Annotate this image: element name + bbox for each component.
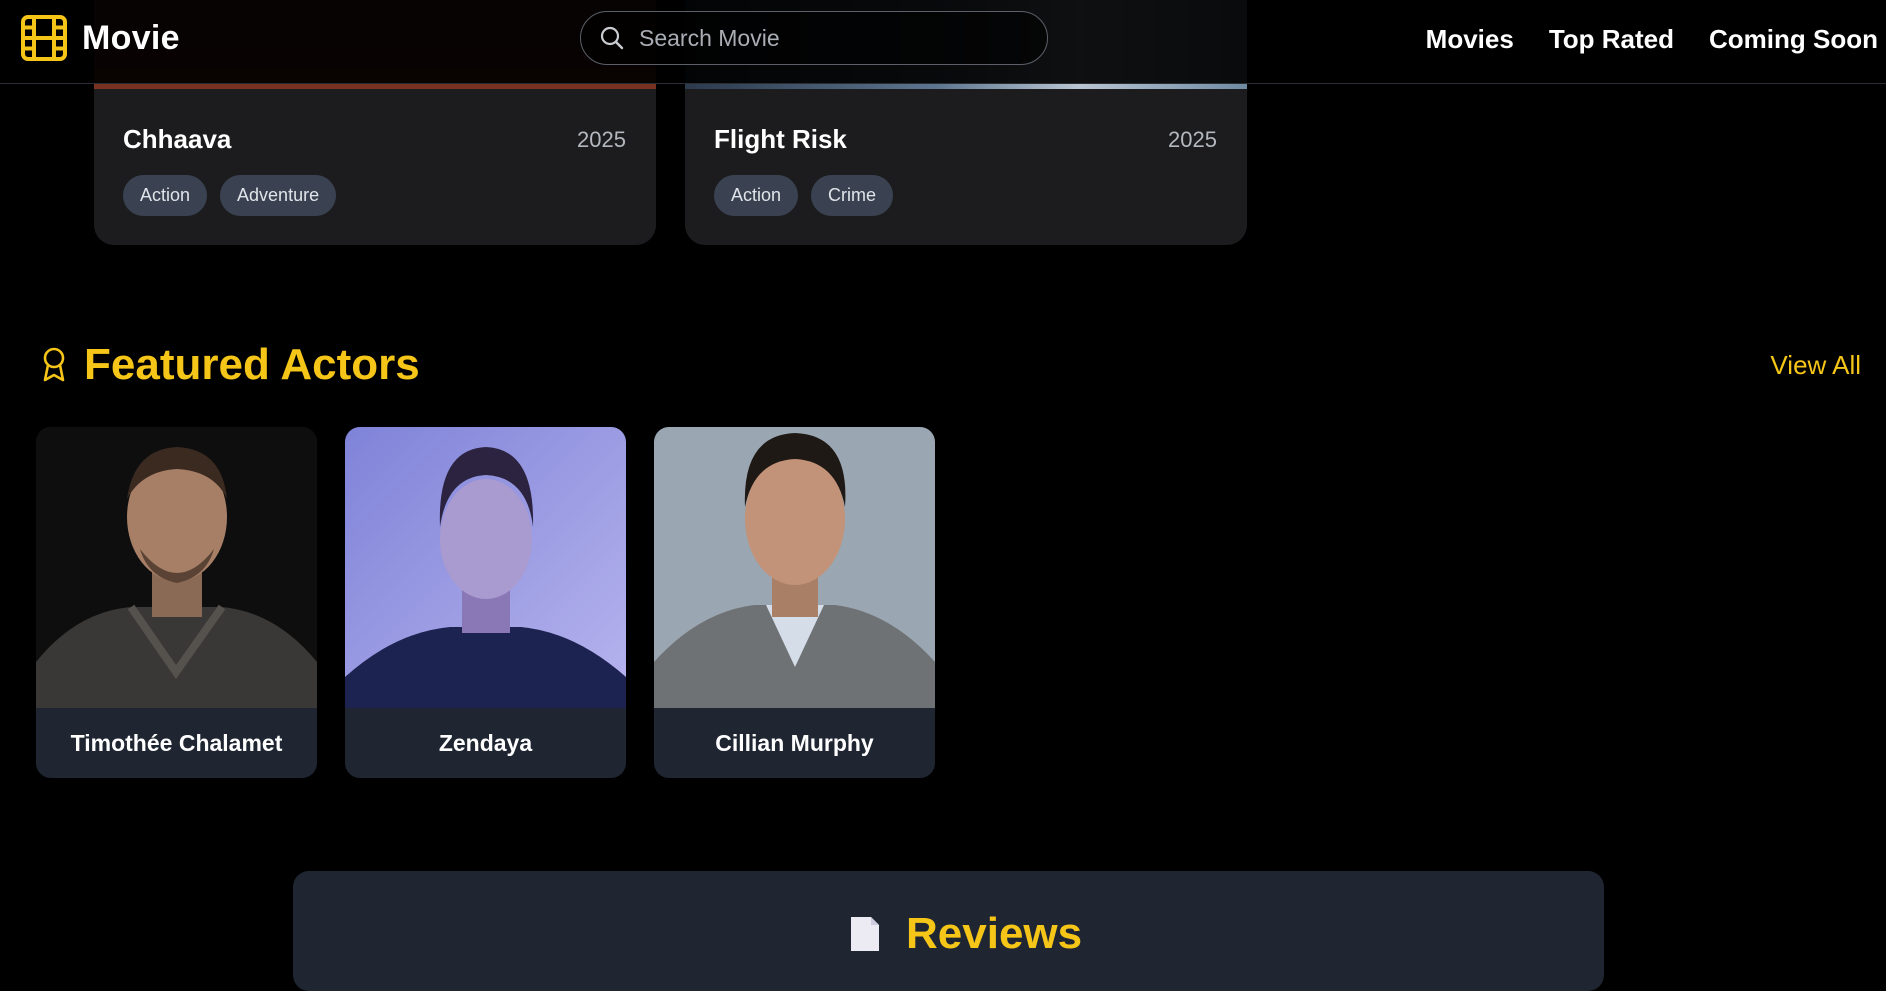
actor-name: Zendaya	[438, 729, 533, 756]
actor-card[interactable]: Cillian Murphy	[654, 427, 935, 778]
nav-links: Movies Top Rated Coming Soon	[1426, 0, 1878, 78]
brand-link[interactable]: Movie	[20, 14, 180, 62]
actor-photo	[345, 427, 626, 708]
actor-name: Cillian Murphy	[715, 729, 874, 756]
brand-name: Movie	[82, 18, 180, 57]
genre-tag[interactable]: Adventure	[220, 175, 337, 216]
top-navbar: Movie Movies Top Rated Coming Soon	[0, 0, 1886, 84]
search-icon	[600, 26, 624, 50]
featured-actors-header: Featured Actors	[40, 340, 420, 390]
search-input[interactable]	[637, 23, 1029, 53]
genre-tag[interactable]: Action	[714, 175, 799, 216]
view-all-link[interactable]: View All	[1770, 350, 1861, 381]
actor-photo	[36, 427, 317, 708]
search-box	[580, 11, 1048, 65]
actor-card[interactable]: Timothée Chalamet	[36, 427, 317, 778]
movie-year: 2025	[577, 127, 626, 152]
actor-photo	[654, 427, 935, 708]
actor-name: Timothée Chalamet	[70, 729, 283, 756]
movie-year: 2025	[1168, 127, 1217, 152]
genre-tag[interactable]: Crime	[811, 175, 894, 216]
reviews-header: Reviews	[848, 909, 1082, 959]
genre-list: Action Crime	[714, 175, 894, 216]
movie-title: Flight Risk	[714, 124, 847, 154]
movie-title: Chhaava	[123, 124, 232, 154]
genre-list: Action Adventure	[123, 175, 337, 216]
reviews-title: Reviews	[906, 909, 1083, 958]
actor-card[interactable]: Zendaya	[345, 427, 626, 778]
reviews-section: Reviews	[293, 871, 1604, 991]
nav-link-top-rated[interactable]: Top Rated	[1549, 24, 1674, 55]
nav-link-coming-soon[interactable]: Coming Soon	[1709, 24, 1878, 55]
nav-link-movies[interactable]: Movies	[1426, 24, 1514, 55]
genre-tag[interactable]: Action	[123, 175, 208, 216]
document-icon	[851, 917, 879, 951]
film-icon	[21, 15, 67, 61]
award-icon	[43, 347, 65, 382]
section-title: Featured Actors	[84, 340, 420, 389]
